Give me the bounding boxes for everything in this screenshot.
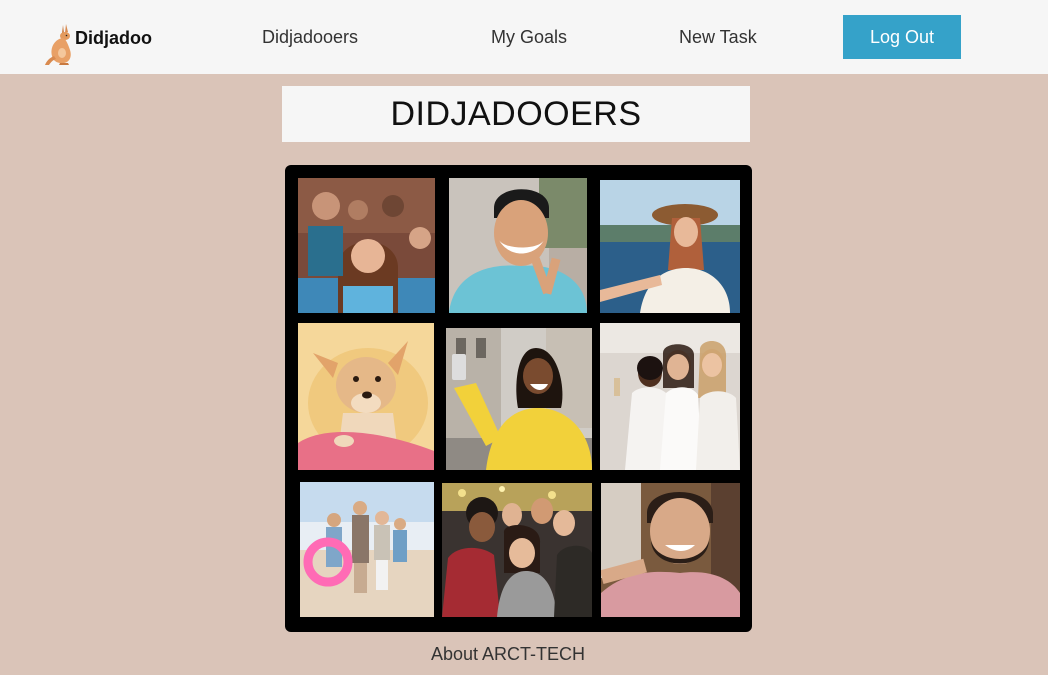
page-title: DIDJADOOERS bbox=[390, 94, 642, 133]
photo-family-on-beach[interactable] bbox=[300, 482, 434, 617]
photo-three-women-champagne[interactable] bbox=[600, 323, 740, 470]
page-title-box: DIDJADOOERS bbox=[282, 86, 750, 142]
about-link[interactable]: About ARCT-TECH bbox=[431, 644, 585, 664]
nav-link-didjadooers[interactable]: Didjadooers bbox=[262, 27, 358, 48]
footer-about: About ARCT-TECH bbox=[0, 644, 1016, 665]
photo-gallery bbox=[285, 165, 752, 632]
photo-woman-hat-seaside[interactable] bbox=[600, 180, 740, 313]
photo-party-group-selfie[interactable] bbox=[442, 483, 592, 617]
photo-woman-yellow-sweater-selfie[interactable] bbox=[446, 328, 592, 470]
photo-bearded-man-selfie[interactable] bbox=[601, 483, 740, 617]
logout-button[interactable]: Log Out bbox=[843, 15, 961, 59]
nav-link-my-goals[interactable]: My Goals bbox=[491, 27, 567, 48]
navbar: Didjadoo Didjadooers My Goals New Task L… bbox=[0, 0, 1048, 74]
photo-smiling-man-peace-sign[interactable] bbox=[449, 178, 587, 313]
nav-link-new-task[interactable]: New Task bbox=[679, 27, 757, 48]
logo-text: Didjadoo bbox=[75, 28, 152, 48]
photo-group-selfie-friends[interactable] bbox=[298, 178, 435, 313]
photo-dog-on-pillow[interactable] bbox=[298, 323, 434, 470]
kangaroo-icon bbox=[45, 24, 71, 65]
logo[interactable]: Didjadoo bbox=[44, 20, 152, 66]
